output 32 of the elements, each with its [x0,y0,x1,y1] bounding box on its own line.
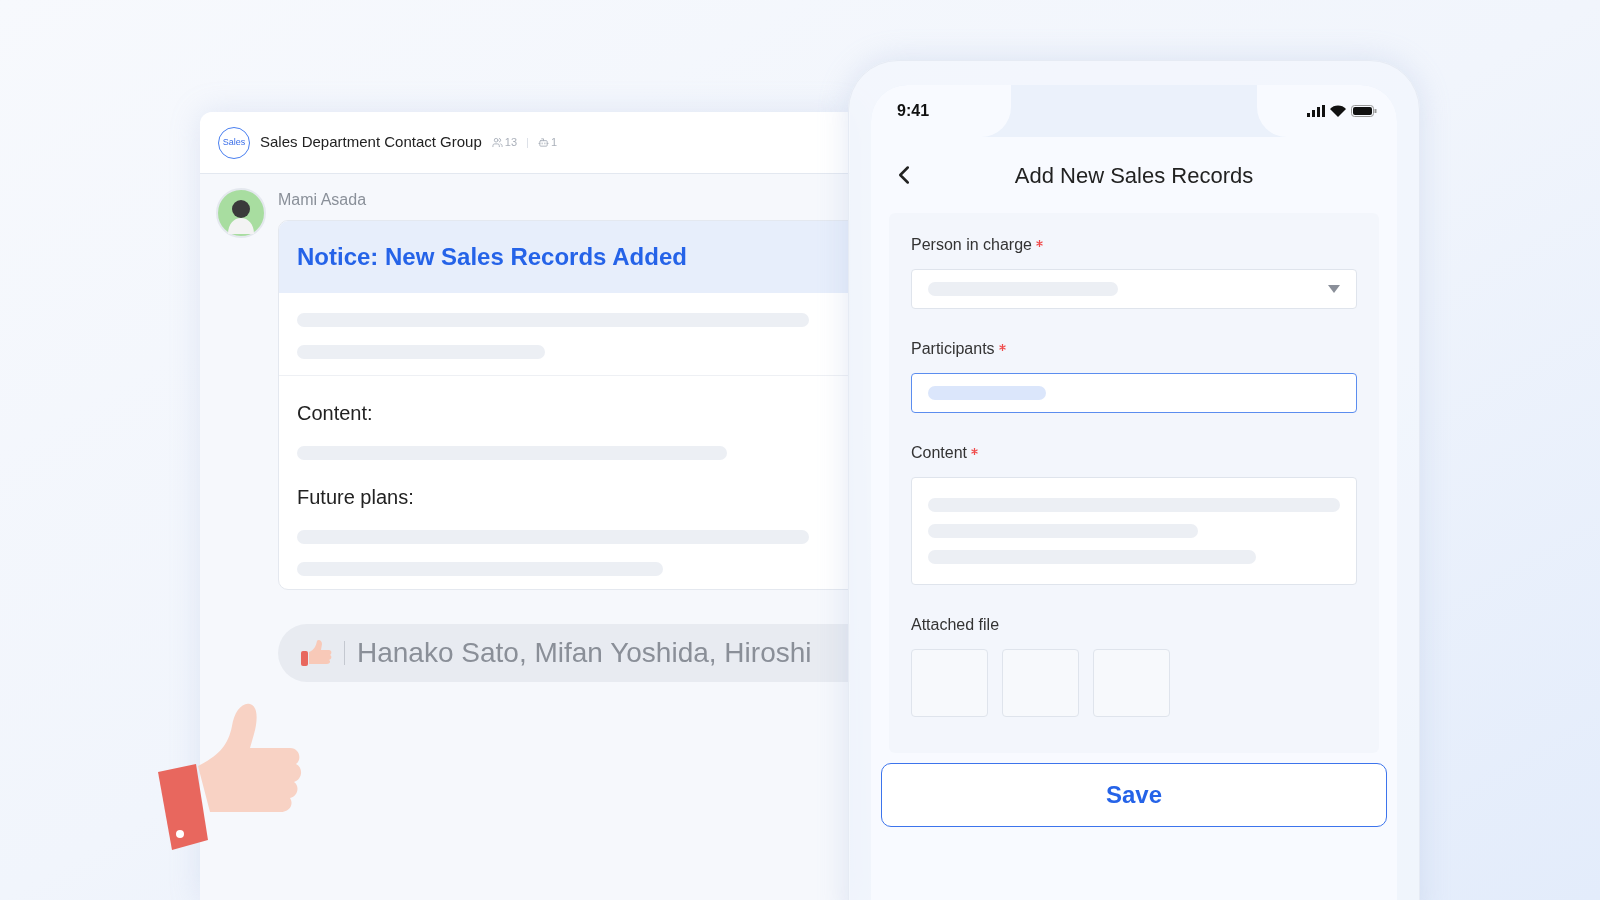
text-area[interactable] [911,477,1357,585]
required-icon [971,448,979,455]
battery-icon [1351,105,1377,117]
members-icon [491,137,503,148]
save-button[interactable]: Save [881,763,1387,827]
input-field[interactable] [911,373,1357,413]
card-title: Notice: New Sales Records Added [297,242,687,272]
dropdown-field[interactable] [911,269,1357,309]
field-label: Participants [911,339,995,359]
sender-name: Mami Asada [278,190,368,210]
bot-icon [538,137,550,148]
field-label: Person in charge [911,235,1032,255]
section-heading: Content: [297,401,374,426]
reaction-names: Hanako Sato, Mifan Yoshida, Hiroshi [357,636,812,670]
status-time: 9:41 [897,101,930,121]
avatar [216,188,266,238]
required-icon [1035,240,1043,247]
section-heading: Future plans: [297,485,415,510]
member-count: 13 [504,135,518,151]
file-slot[interactable] [911,649,988,717]
required-icon [998,344,1006,351]
file-slot[interactable] [1093,649,1170,717]
group-name: Sales Department Contact Group [260,132,482,153]
thumbs-up-icon [300,639,332,667]
signal-icon [1307,105,1325,117]
field-label: Attached file [911,615,1000,635]
field-label: Content [911,443,968,463]
dropdown-caret-icon [1328,285,1340,293]
screen-title: Add New Sales Records [1014,161,1254,190]
file-slot[interactable] [1002,649,1079,717]
wifi-icon [1330,105,1346,117]
bot-count: 1 [551,135,558,151]
